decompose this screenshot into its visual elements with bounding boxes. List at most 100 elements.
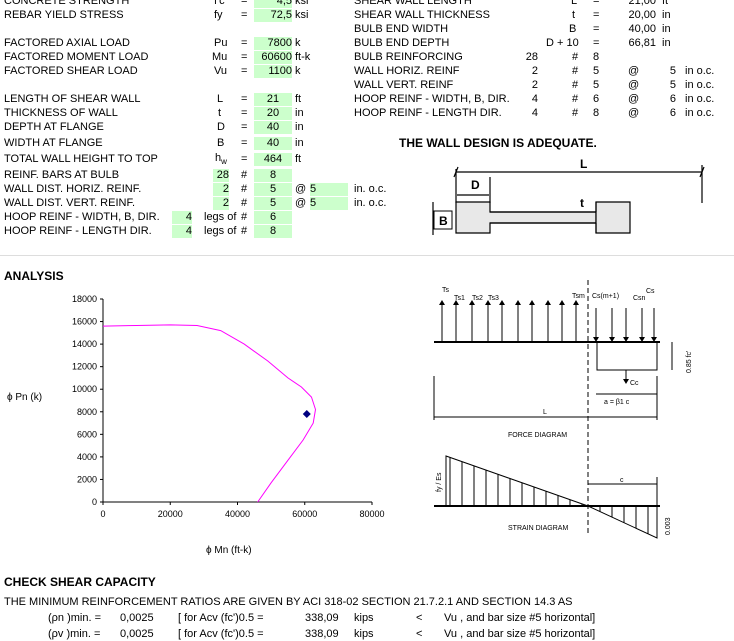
label-Ts3: Ts3 [488, 295, 499, 302]
eq: = [241, 121, 248, 133]
label-D: D [471, 178, 480, 192]
unit: in [295, 121, 304, 133]
vert-reinf-spacing[interactable]: 5 [310, 197, 348, 210]
label-0003: 0.003 [665, 517, 672, 535]
y-tick-label: 16000 [72, 317, 97, 327]
flange-depth-value[interactable]: 40 [254, 121, 292, 134]
sym: B [217, 137, 225, 149]
unit: ksi [295, 0, 309, 7]
axial-load-sym: Pu [214, 37, 228, 49]
unit: in [295, 107, 304, 119]
y-tick-label: 18000 [72, 294, 97, 304]
unit: ft [662, 0, 669, 7]
wall-height-value[interactable]: 464 [254, 153, 292, 166]
acv-label: [ for Acv (fc')0.5 = [178, 612, 264, 624]
eq: = [593, 37, 600, 49]
wall-thickness-value[interactable]: 20 [254, 107, 292, 120]
unit: k [295, 65, 301, 77]
hoop-b-size[interactable]: 6 [254, 211, 292, 224]
arrow-head [439, 300, 445, 305]
interaction-curve [102, 324, 317, 503]
wall-length-value[interactable]: 21 [254, 93, 292, 106]
eq: = [241, 153, 248, 165]
hash: # [241, 225, 248, 237]
eq: = [593, 9, 600, 21]
axial-load-label: FACTORED AXIAL LOAD [4, 37, 130, 49]
axial-load-value[interactable]: 7800 [254, 37, 292, 50]
interaction-chart: 0 2000 4000 6000 8000 10000 12000 14000 16000 180… [7, 294, 385, 556]
rho-n-label: (ρn )min. = [48, 612, 102, 624]
y-tick-label: 12000 [72, 362, 97, 372]
hash: # [572, 79, 579, 91]
y-tick-label: 2000 [77, 474, 97, 484]
summary-value: 40,00 [628, 23, 656, 35]
lt: < [416, 612, 423, 624]
at: @ [628, 65, 640, 77]
hoop-l-count[interactable]: 4 [172, 225, 192, 238]
x-axis-label: ϕ Mn (ft-k) [206, 545, 252, 556]
unit: in o.c. [685, 93, 715, 105]
unit: ft-k [295, 51, 311, 63]
x-tick-label: 60000 [292, 509, 317, 519]
vert-reinf-size[interactable]: 5 [254, 197, 292, 210]
eq: = [241, 37, 248, 49]
arrow-head [545, 300, 551, 305]
force-diagram-title: FORCE DIAGRAM [508, 432, 567, 439]
unit: in. o.c. [354, 197, 387, 209]
label-085fc: 0.85 fc' [686, 351, 693, 373]
summary-label: SHEAR WALL THICKNESS [354, 9, 490, 21]
horiz-reinf-count[interactable]: 2 [213, 183, 229, 196]
bulb-bars-count[interactable]: 28 [213, 169, 229, 182]
hash: # [241, 169, 248, 181]
rho-n-value: 0,0025 [120, 612, 154, 624]
unit: kips [354, 628, 374, 640]
horiz-reinf-size[interactable]: 5 [254, 183, 292, 196]
hash: # [572, 51, 579, 63]
bulb-bars-size[interactable]: 8 [254, 169, 292, 182]
summary-reinf-label: WALL VERT. REINF [354, 79, 454, 91]
at: @ [628, 107, 640, 119]
label-a: a = β1 c [604, 399, 630, 406]
shear-load-value[interactable]: 1100 [254, 65, 292, 78]
x-tick-label: 20000 [158, 509, 183, 519]
concrete-strength-value[interactable]: 4,5 [254, 0, 292, 8]
summary-reinf-count: 4 [531, 107, 538, 119]
summary-reinf-label: WALL HORIZ. REINF [354, 65, 460, 77]
eq: = [241, 137, 248, 149]
flange-width-value[interactable]: 40 [254, 137, 292, 150]
hash: # [241, 211, 248, 223]
summary-reinf-count: 2 [531, 79, 538, 91]
analysis-title: ANALYSIS [4, 269, 64, 283]
hash: # [241, 183, 248, 195]
summary-value: 21,00 [628, 0, 656, 7]
moment-load-value[interactable]: 60600 [254, 51, 292, 64]
hoop-b-count[interactable]: 4 [172, 211, 192, 224]
arrow-head [573, 300, 579, 305]
unit: in [295, 137, 304, 149]
rebar-yield-sym: fy [214, 9, 223, 21]
summary-reinf-spacing: 6 [669, 107, 676, 119]
chart-axes [102, 299, 372, 503]
unit: k [295, 37, 301, 49]
x-tick-label: 40000 [225, 509, 250, 519]
y-ticks: 0 2000 4000 6000 8000 10000 12000 14000 16000 180… [72, 294, 103, 507]
label-Csm1: Cs(m+1) [592, 293, 619, 300]
summary-reinf-spacing: 5 [669, 79, 676, 91]
strain-hatches [449, 457, 649, 534]
horiz-reinf-spacing[interactable]: 5 [310, 183, 348, 196]
summary-label: SHEAR WALL LENGTH [354, 0, 472, 7]
rebar-yield-value[interactable]: 72,5 [254, 9, 292, 22]
sym: t [218, 107, 222, 119]
section-divider [0, 255, 734, 256]
shear-intro: THE MINIMUM REINFORCEMENT RATIOS ARE GIV… [4, 596, 573, 608]
hoop-l-size[interactable]: 8 [254, 225, 292, 238]
summary-reinf-count: 28 [525, 51, 538, 63]
wall-outline-left [455, 201, 597, 234]
summary-reinf-size: 8 [593, 51, 600, 63]
y-tick-label: 14000 [72, 339, 97, 349]
vert-reinf-count[interactable]: 2 [213, 197, 229, 210]
summary-reinf-count: 4 [531, 93, 538, 105]
label-Cs: Cs [646, 288, 655, 295]
y-tick-label: 0 [92, 497, 97, 507]
unit: in o.c. [685, 65, 715, 77]
